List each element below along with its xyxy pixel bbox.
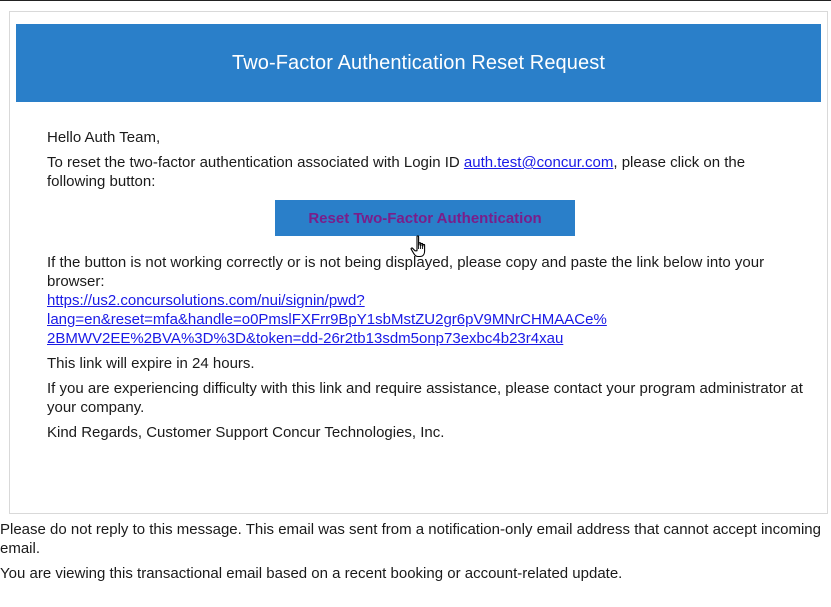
- no-reply-notice: Please do not reply to this message. Thi…: [0, 521, 821, 557]
- email-footer: Please do not reply to this message. Thi…: [0, 520, 831, 583]
- login-id-link[interactable]: auth.test@concur.com: [464, 154, 613, 171]
- reset-url-line-3: 2BMWV2EE%2BVA%3D%3D&token=dd-26r2tb13sdm…: [47, 330, 564, 347]
- email-header-title: Two-Factor Authentication Reset Request: [232, 51, 605, 74]
- reset-two-factor-button[interactable]: Reset Two-Factor Authentication: [275, 200, 575, 236]
- top-divider: [0, 0, 831, 1]
- email-page: Two-Factor Authentication Reset Request …: [0, 0, 831, 607]
- email-body: Hello Auth Team, To reset the two-factor…: [47, 128, 807, 442]
- reset-url-link[interactable]: https://us2.concursolutions.com/nui/sign…: [47, 291, 807, 348]
- transactional-notice: You are viewing this transactional email…: [0, 565, 623, 582]
- email-header-bar: Two-Factor Authentication Reset Request: [16, 24, 821, 102]
- greeting-text: Hello Auth Team,: [47, 129, 161, 146]
- difficulty-text: If you are experiencing difficulty with …: [47, 380, 803, 416]
- reset-url-line-1: https://us2.concursolutions.com/nui/sign…: [47, 292, 365, 309]
- hand-pointer-icon: [410, 235, 426, 258]
- expire-text: This link will expire in 24 hours.: [47, 355, 255, 372]
- reset-button-area: Reset Two-Factor Authentication: [47, 197, 807, 258]
- intro-text-before: To reset the two-factor authentication a…: [47, 154, 464, 171]
- reset-url-line-2: lang=en&reset=mfa&handle=o0PmslFXFrr9BpY…: [47, 311, 607, 328]
- intro-paragraph: To reset the two-factor authentication a…: [47, 153, 807, 191]
- signoff-text: Kind Regards, Customer Support Concur Te…: [47, 424, 445, 441]
